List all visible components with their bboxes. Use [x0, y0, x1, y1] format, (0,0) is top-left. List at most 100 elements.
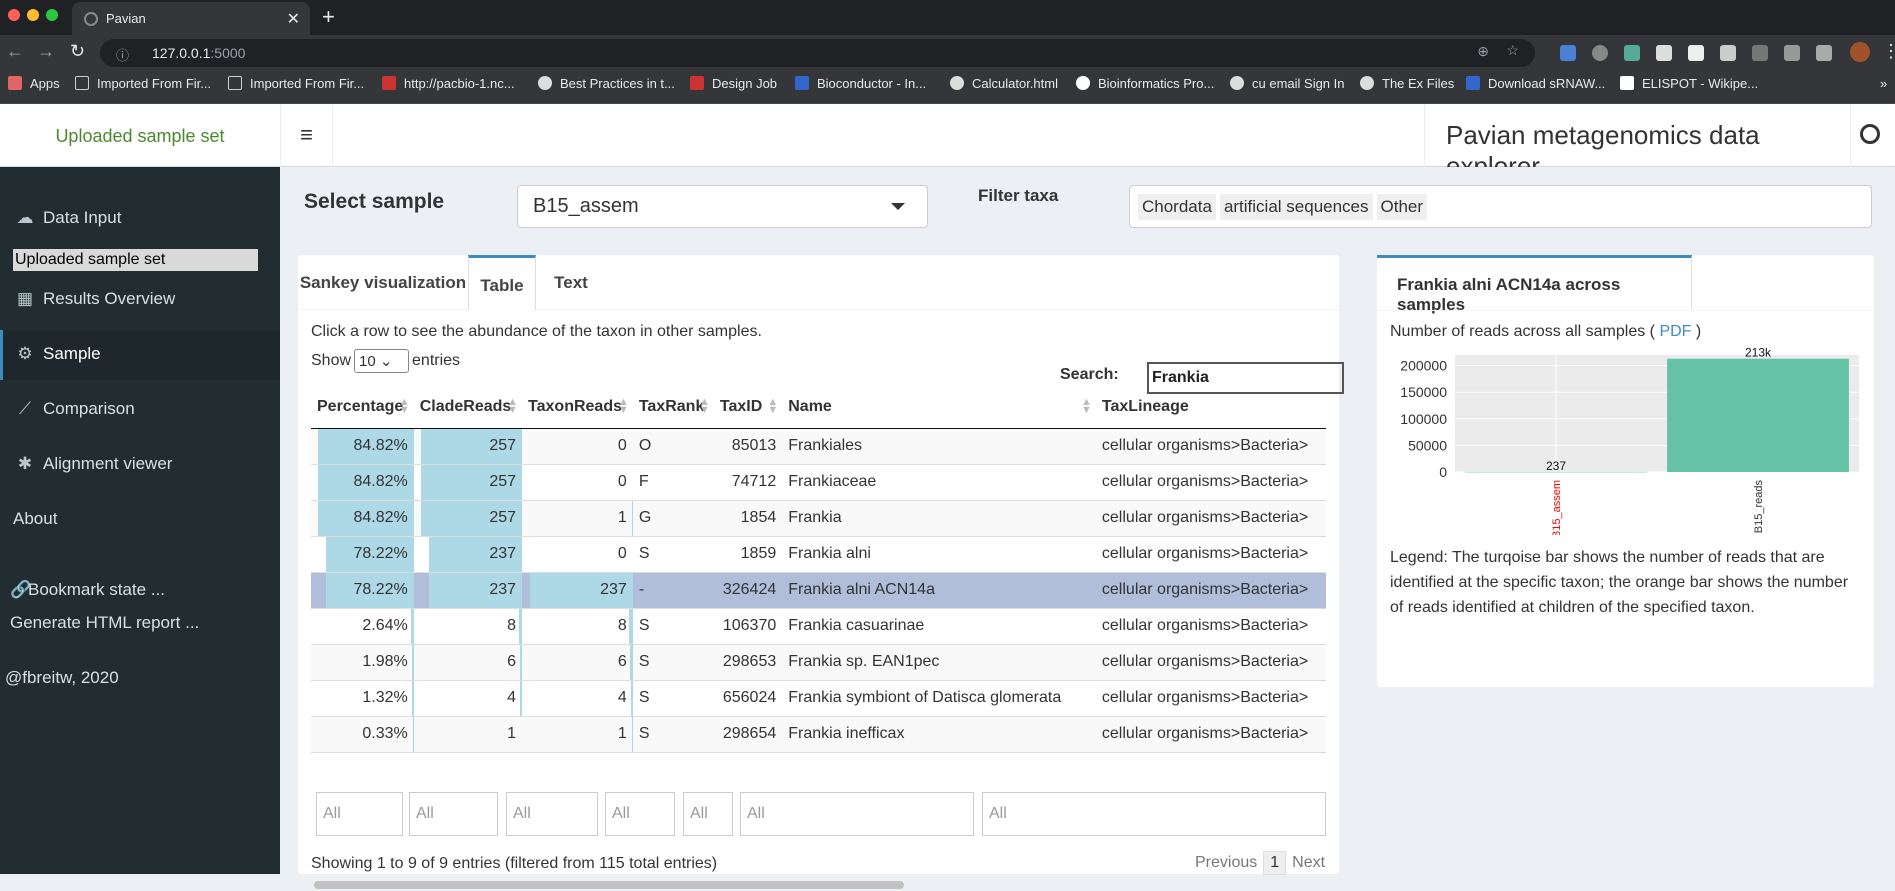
bookmarks-bar: Apps Imported From Fir... Imported From … [0, 70, 1895, 104]
sidebar-item-results-overview[interactable]: ▦Results Overview [0, 275, 280, 325]
table-row[interactable]: 1.98%66S298653Frankia sp. EAN1peccellula… [311, 644, 1326, 680]
sidebar-item-uploaded-sample-set[interactable]: Uploaded sample set [13, 249, 258, 271]
column-filter-input[interactable]: All [605, 792, 675, 836]
bookmark-item[interactable]: Download sRNAW... [1466, 76, 1605, 91]
back-icon[interactable]: ← [6, 41, 24, 62]
column-header[interactable]: Percentage▲▼ [311, 386, 414, 428]
bookmark-item[interactable]: Design Job [690, 76, 777, 91]
bookmark-item[interactable]: Best Practices in t... [538, 76, 675, 91]
tab-taxon-across-samples[interactable]: Frankia alni ACN14a across samples [1377, 255, 1692, 310]
bookmark-item[interactable]: http://pacbio-1.nc... [382, 76, 515, 91]
table-cell: 84.82% [311, 464, 414, 500]
column-header[interactable]: TaxID▲▼ [714, 386, 782, 428]
sidebar-item-comparison[interactable]: ⟋Comparison [0, 385, 280, 435]
apps-icon [8, 76, 22, 90]
column-filters: All All All All All All All [311, 792, 1326, 836]
bookmark-item[interactable]: cu email Sign In [1230, 76, 1345, 91]
bookmark-item[interactable]: Calculator.html [950, 76, 1058, 91]
table-row[interactable]: 1.32%44S656024Frankia symbiont of Datisc… [311, 680, 1326, 716]
close-window-button[interactable] [8, 9, 20, 21]
filter-chip[interactable]: Other [1377, 194, 1428, 220]
document-icon[interactable] [1720, 45, 1736, 61]
horizontal-scrollbar[interactable] [311, 877, 1326, 891]
bookmark-item[interactable]: ELISPOT - Wikipe... [1620, 76, 1758, 91]
table-row[interactable]: 84.82%2571G1854Frankiacellular organisms… [311, 500, 1326, 536]
sidebar-item-about[interactable]: About [0, 495, 280, 545]
extension-icon[interactable] [1560, 45, 1576, 61]
generate-report-link[interactable]: Generate HTML report ... [0, 599, 280, 649]
bookmark-item[interactable]: Apps [8, 76, 60, 91]
puzzle-icon[interactable] [1816, 45, 1832, 61]
sample-select[interactable]: B15_assem [517, 185, 928, 228]
new-tab-icon[interactable]: + [322, 4, 335, 30]
reload-icon[interactable]: ↻ [70, 41, 85, 62]
column-filter-input[interactable]: All [683, 792, 733, 836]
bookmark-item[interactable]: Bioinformatics Pro... [1076, 76, 1214, 91]
favicon-icon [84, 12, 98, 26]
tab-sankey[interactable]: Sankey visualization [298, 255, 468, 310]
column-header[interactable]: CladeReads▲▼ [414, 386, 522, 428]
app-logo[interactable]: Uploaded sample set [0, 104, 280, 167]
table-cell: cellular organisms>Bacteria> [1096, 428, 1326, 464]
hamburger-menu-icon[interactable]: ≡ [280, 104, 333, 167]
table-row[interactable]: 2.64%88S106370Frankia casuarinaecellular… [311, 608, 1326, 644]
column-filter-input[interactable]: All [506, 792, 598, 836]
bookmark-item[interactable]: Imported From Fir... [75, 76, 211, 91]
table-row[interactable]: 84.82%2570F74712Frankiaceaecellular orga… [311, 464, 1326, 500]
star-icon[interactable]: ☆ [1506, 42, 1519, 59]
sidebar-item-sample[interactable]: ⚙Sample [0, 330, 280, 380]
sidebar-item-data-input[interactable]: ☁Data Input [0, 194, 280, 244]
column-header[interactable]: TaxLineage [1096, 386, 1326, 428]
avatar[interactable] [1850, 42, 1870, 62]
maximize-window-button[interactable] [46, 9, 58, 21]
address-bar[interactable]: ⓘ 127.0.0.1:5000 ⊕ ☆ [100, 39, 1535, 67]
column-header[interactable]: Name▲▼ [782, 386, 1096, 428]
github-icon[interactable] [1860, 124, 1880, 144]
chevron-down-icon: ⌄ [380, 353, 393, 370]
browser-tab-title: Pavian [106, 11, 146, 26]
pdf-link[interactable]: PDF [1659, 323, 1691, 340]
table-cell: 656024 [714, 680, 782, 716]
extension-icon[interactable] [1752, 45, 1768, 61]
close-tab-icon[interactable]: ✕ [287, 9, 300, 29]
menu-icon[interactable]: ⋮ [1882, 41, 1895, 62]
filter-chip[interactable]: Chordata [1138, 194, 1216, 220]
extension-icon[interactable] [1592, 45, 1608, 61]
table-row[interactable]: 84.82%2570O85013Frankialescellular organ… [311, 428, 1326, 464]
tab-table[interactable]: Table [468, 255, 536, 310]
zoom-icon[interactable]: ⊕ [1477, 43, 1489, 60]
filter-taxa-input[interactable]: Chordataartificial sequencesOther [1129, 185, 1872, 228]
bookmark-item[interactable]: Imported From Fir... [228, 76, 364, 91]
forward-icon[interactable]: → [37, 41, 55, 62]
tab-text[interactable]: Text [536, 255, 606, 310]
drive-icon[interactable] [1784, 45, 1800, 61]
extension-icon[interactable] [1624, 45, 1640, 61]
table-cell: 84.82% [311, 428, 414, 464]
column-filter-input[interactable]: All [982, 792, 1326, 836]
sidebar-item-alignment-viewer[interactable]: ✱Alignment viewer [0, 440, 280, 490]
column-filter-input[interactable]: All [316, 792, 403, 836]
page-length-select[interactable]: 10 ⌄ [354, 349, 409, 373]
column-header[interactable]: TaxRank▲▼ [633, 386, 714, 428]
lock-icon[interactable] [1688, 45, 1704, 61]
browser-tab[interactable]: Pavian ✕ [72, 2, 310, 35]
table-cell: cellular organisms>Bacteria> [1096, 716, 1326, 752]
table-row[interactable]: 78.22%2370S1859Frankia alnicellular orga… [311, 536, 1326, 572]
scrollbar-thumb[interactable] [314, 881, 904, 889]
previous-button[interactable]: Previous [1195, 854, 1257, 871]
bookmark-item[interactable]: Bioconductor - In... [795, 76, 926, 91]
calendar-icon[interactable] [1656, 45, 1672, 61]
filter-chip[interactable]: artificial sequences [1220, 194, 1373, 220]
column-filter-input[interactable]: All [409, 792, 498, 836]
info-icon[interactable]: ⓘ [116, 45, 129, 64]
page-button[interactable]: 1 [1263, 851, 1286, 875]
more-bookmarks-icon[interactable]: » [1880, 76, 1887, 91]
column-header[interactable]: TaxonReads▲▼ [522, 386, 633, 428]
bookmark-item[interactable]: The Ex Files [1360, 76, 1454, 91]
table-row[interactable]: 78.22%237237-326424Frankia alni ACN14ace… [311, 572, 1326, 608]
chart-legend-text: Legend: The turqoise bar shows the numbe… [1390, 545, 1865, 620]
next-button[interactable]: Next [1292, 854, 1325, 871]
minimize-window-button[interactable] [27, 9, 39, 21]
column-filter-input[interactable]: All [740, 792, 974, 836]
table-row[interactable]: 0.33%11S298654Frankia inefficaxcellular … [311, 716, 1326, 752]
